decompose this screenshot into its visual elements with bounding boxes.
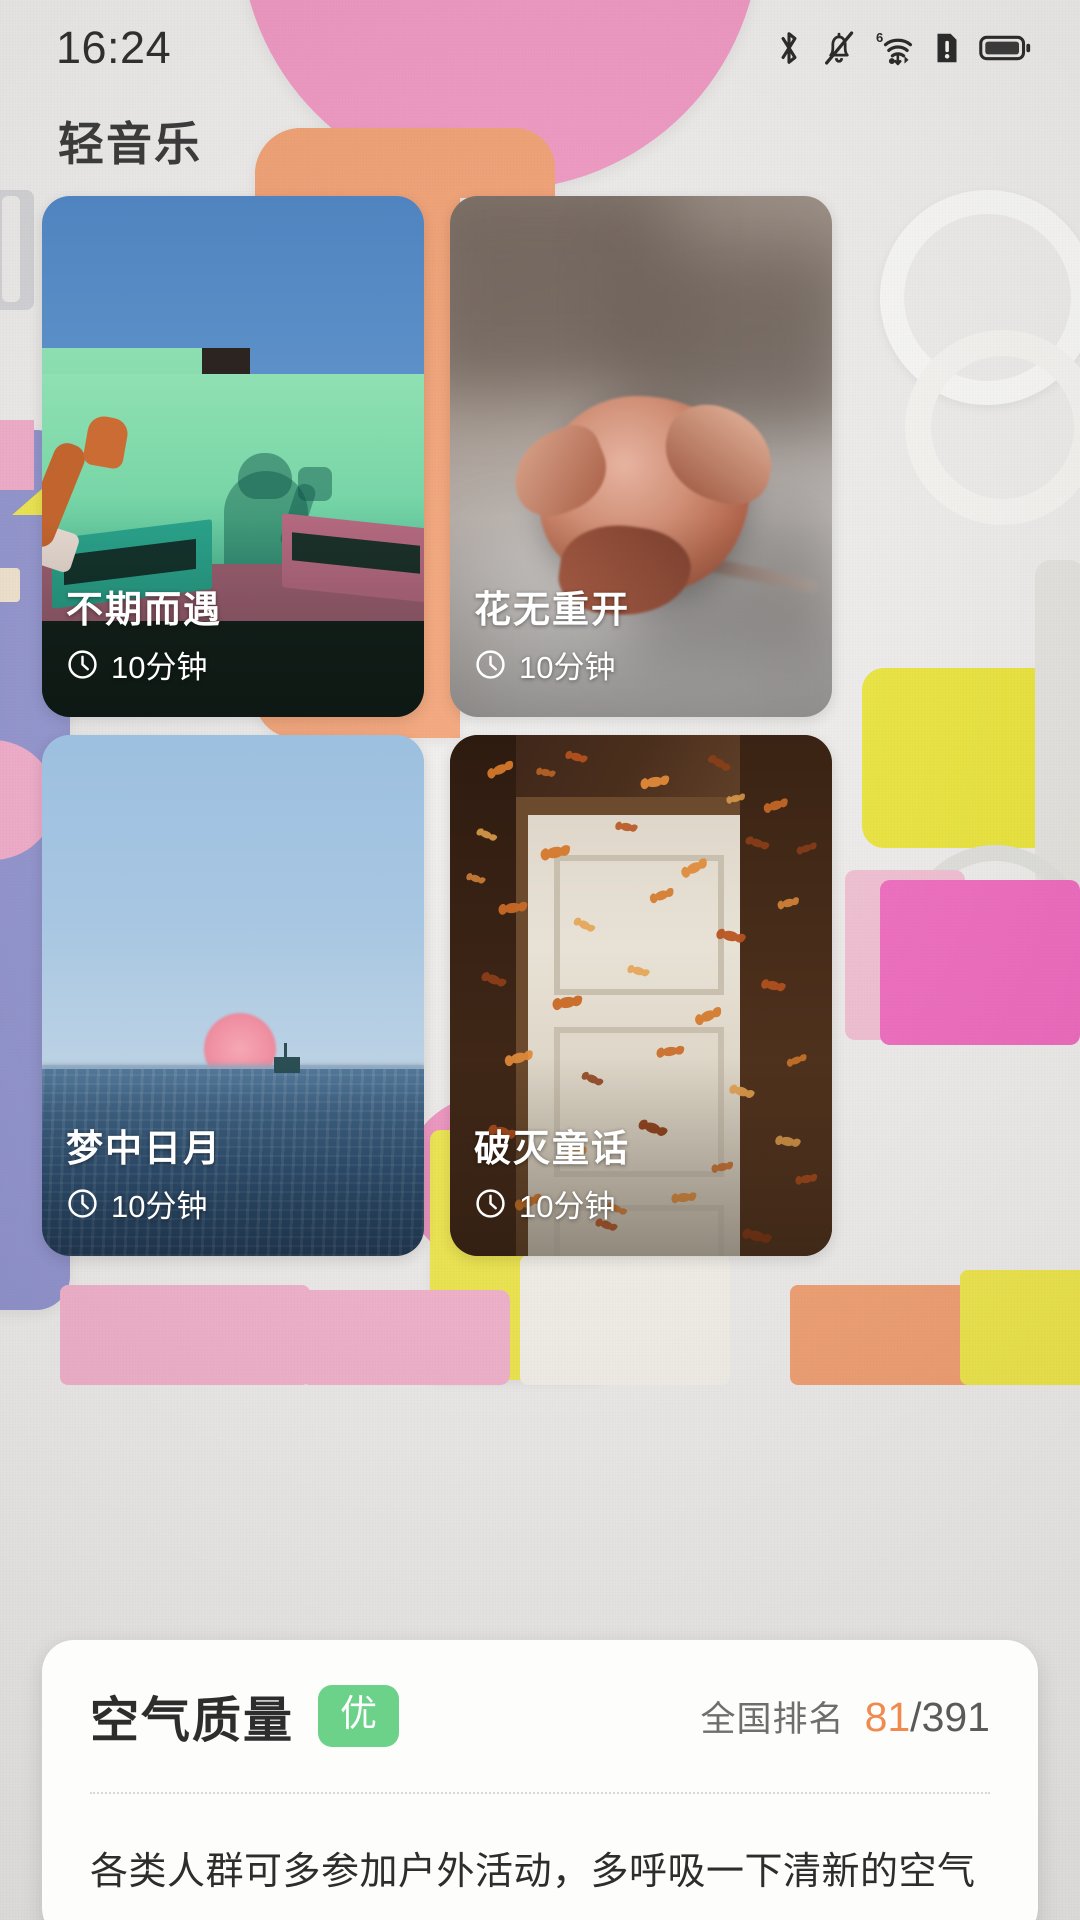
butterfly-shape <box>539 768 552 777</box>
track-grid: 不期而遇 10分钟 花无重开 10分钟 梦中日月 10分钟 破灭童话 10分钟 <box>42 196 842 1256</box>
air-quality-rank-total: 391 <box>921 1693 990 1740</box>
bluetooth-icon <box>774 29 804 67</box>
sim-alert-icon <box>933 29 961 67</box>
wallpaper-cream-bottom-shape <box>520 1255 730 1385</box>
track-card[interactable]: 不期而遇 10分钟 <box>42 196 424 717</box>
track-title: 梦中日月 <box>66 1128 222 1170</box>
wallpaper-pink-bottom-left-shape <box>60 1285 310 1385</box>
bell-muted-icon <box>821 29 857 67</box>
wallpaper-pink-bottom-mid-shape <box>300 1290 510 1385</box>
wallpaper-cream-shape <box>0 568 20 602</box>
track-card[interactable]: 破灭童话 10分钟 <box>450 735 832 1256</box>
track-title: 花无重开 <box>474 589 630 631</box>
air-quality-header-row: 空气质量 优 全国排名 81/391 <box>90 1640 990 1792</box>
clock-icon <box>476 1189 505 1218</box>
track-meta: 不期而遇 10分钟 <box>66 590 406 687</box>
clock-icon <box>68 650 97 679</box>
air-quality-rank-label: 全国排名 <box>700 1699 845 1739</box>
air-quality-title: 空气质量 <box>90 1693 295 1748</box>
air-quality-rank-current: 81 <box>864 1693 911 1740</box>
track-duration: 10分钟 <box>111 650 208 685</box>
track-duration-row: 10分钟 <box>66 1181 406 1226</box>
track-meta: 花无重开 10分钟 <box>474 590 814 687</box>
wallpaper-magenta-shape <box>880 880 1080 1045</box>
track-title: 破灭童话 <box>474 1128 630 1170</box>
track-duration-row: 10分钟 <box>474 1181 814 1226</box>
air-quality-rank: 全国排名 81/391 <box>701 1691 990 1742</box>
track-duration: 10分钟 <box>519 650 616 685</box>
butterfly-shape <box>645 775 664 789</box>
battery-icon <box>978 29 1032 67</box>
track-card[interactable]: 花无重开 10分钟 <box>450 196 832 717</box>
status-bar-clock: 16:24 <box>56 22 172 73</box>
wallpaper-clip-inner-shape <box>2 196 20 302</box>
track-card[interactable]: 梦中日月 10分钟 <box>42 735 424 1256</box>
wallpaper-yellow-bottom-shape <box>960 1270 1080 1385</box>
track-duration: 10分钟 <box>519 1189 616 1224</box>
clock-icon <box>476 650 505 679</box>
butterfly-shape <box>569 751 584 763</box>
wallpaper-pen-shape <box>1035 560 1080 890</box>
wifi-generation-label: 6 <box>876 30 883 45</box>
air-quality-level-badge: 优 <box>318 1684 400 1748</box>
status-bar-icons: 6 <box>774 29 1032 67</box>
track-duration-row: 10分钟 <box>66 642 406 687</box>
air-quality-rank-sep: / <box>910 1693 922 1740</box>
track-duration-row: 10分钟 <box>474 642 814 687</box>
track-meta: 破灭童话 10分钟 <box>474 1129 814 1226</box>
track-duration: 10分钟 <box>111 1189 208 1224</box>
track-meta: 梦中日月 10分钟 <box>66 1129 406 1226</box>
clock-icon <box>68 1189 97 1218</box>
wifi-6-icon: 6 <box>874 29 916 67</box>
page-title: 轻音乐 <box>58 118 202 170</box>
status-bar: 16:24 6 <box>0 0 1080 96</box>
air-quality-rank-value: 81/391 <box>865 1694 990 1741</box>
air-quality-card[interactable]: 空气质量 优 全国排名 81/391 各类人群可多参加户外活动，多呼吸一下清新的… <box>42 1640 1038 1920</box>
butterfly-shape <box>710 756 728 770</box>
track-title: 不期而遇 <box>66 589 222 631</box>
wallpaper-mug-secondary-shape <box>905 330 1080 525</box>
air-quality-description: 各类人群可多参加户外活动，多呼吸一下清新的空气 <box>90 1851 976 1893</box>
wallpaper-orange-top-shape <box>255 128 555 198</box>
